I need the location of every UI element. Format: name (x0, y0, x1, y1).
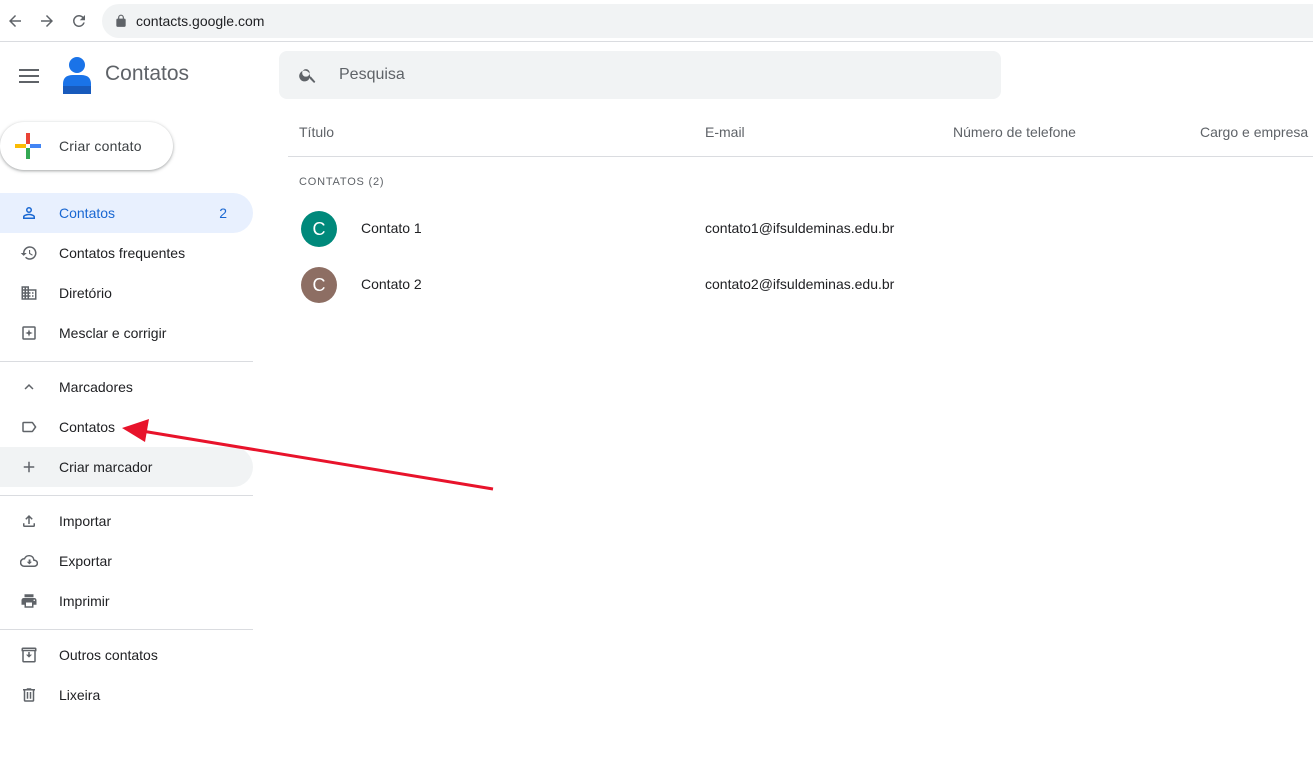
sidebar-item-frequent[interactable]: Contatos frequentes (0, 233, 253, 273)
column-header-phone[interactable]: Número de telefone (953, 124, 1076, 140)
person-icon (19, 203, 39, 223)
labels-section-title: Marcadores (59, 379, 133, 395)
create-contact-button[interactable]: Criar contato (0, 122, 173, 170)
column-header-email[interactable]: E-mail (705, 124, 745, 140)
plus-icon (19, 457, 39, 477)
column-header-title[interactable]: Título (299, 124, 334, 140)
sidebar-item-export[interactable]: Exportar (0, 541, 253, 581)
sidebar-item-print[interactable]: Imprimir (0, 581, 253, 621)
colored-plus-icon (15, 133, 41, 159)
sidebar-item-trash[interactable]: Lixeira (0, 675, 253, 715)
forward-arrow-icon[interactable] (35, 9, 59, 33)
chevron-up-icon (19, 377, 39, 397)
contacts-count: 2 (219, 205, 227, 221)
sidebar-item-import[interactable]: Importar (0, 501, 253, 541)
avatar[interactable]: C (301, 267, 337, 303)
address-bar[interactable]: contacts.google.com (102, 4, 1313, 38)
sidebar-divider (0, 361, 253, 362)
sidebar-item-create-label[interactable]: Criar marcador (0, 447, 253, 487)
label-icon (19, 417, 39, 437)
sidebar-item-contacts[interactable]: Contatos 2 (0, 193, 253, 233)
domain-icon (19, 283, 39, 303)
table-row[interactable]: C Contato 1 contato1@ifsuldeminas.edu.br (288, 201, 1313, 257)
sidebar-item-merge-fix[interactable]: Mesclar e corrigir (0, 313, 253, 353)
header-divider (288, 156, 1313, 157)
table-row[interactable]: C Contato 2 contato2@ifsuldeminas.edu.br (288, 257, 1313, 313)
merge-fix-icon (19, 323, 39, 343)
contact-email: contato2@ifsuldeminas.edu.br (705, 276, 895, 292)
lock-icon (116, 14, 126, 27)
cloud-download-icon (19, 551, 39, 571)
sidebar-item-label: Contatos frequentes (59, 245, 186, 261)
avatar[interactable]: C (301, 211, 337, 247)
contact-email: contato1@ifsuldeminas.edu.br (705, 220, 895, 236)
contacts-logo (63, 57, 91, 94)
column-header-job[interactable]: Cargo e empresa (1200, 124, 1308, 140)
sidebar-item-label: Diretório (59, 285, 112, 301)
sidebar-divider (0, 495, 253, 496)
create-contact-label: Criar contato (59, 138, 142, 154)
labels-section-header[interactable]: Marcadores (0, 367, 253, 407)
search-bar[interactable] (279, 51, 1001, 99)
trash-icon (19, 685, 39, 705)
contact-name: Contato 1 (361, 220, 422, 236)
reload-icon[interactable] (67, 9, 91, 33)
browser-toolbar: contacts.google.com (0, 0, 1313, 42)
sidebar-item-label-contacts[interactable]: Contatos (0, 407, 253, 447)
sidebar-item-label: Lixeira (59, 687, 101, 703)
contacts-section-label: CONTATOS (2) (299, 176, 385, 188)
printer-icon (19, 591, 39, 611)
menu-icon[interactable] (14, 61, 44, 91)
app-title: Contatos (105, 62, 190, 85)
back-arrow-icon[interactable] (3, 9, 27, 33)
upload-icon (19, 511, 39, 531)
sidebar-item-label: Contatos (59, 205, 116, 221)
sidebar-item-label: Importar (59, 513, 112, 529)
search-icon[interactable] (296, 63, 320, 87)
sidebar-item-directory[interactable]: Diretório (0, 273, 253, 313)
sidebar-item-label: Exportar (59, 553, 112, 569)
search-input[interactable] (339, 66, 939, 84)
sidebar-item-label: Criar marcador (59, 459, 153, 475)
history-icon (19, 243, 39, 263)
sidebar-item-other-contacts[interactable]: Outros contatos (0, 635, 253, 675)
sidebar-item-label: Outros contatos (59, 647, 158, 663)
sidebar-item-label: Mesclar e corrigir (59, 325, 167, 341)
contact-name: Contato 2 (361, 276, 422, 292)
sidebar-divider (0, 629, 253, 630)
sidebar-item-label: Contatos (59, 419, 116, 435)
archive-icon (19, 645, 39, 665)
sidebar-item-label: Imprimir (59, 593, 110, 609)
url-text: contacts.google.com (136, 13, 265, 29)
